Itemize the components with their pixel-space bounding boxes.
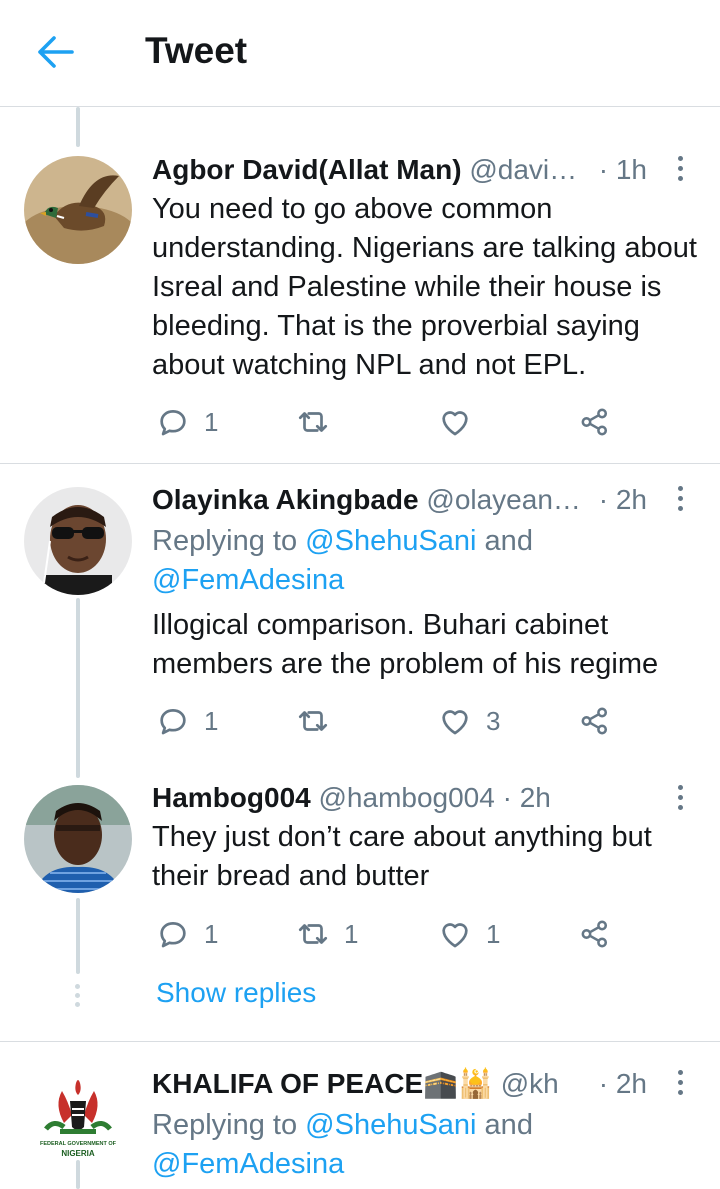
tweet-meta: Hambog004 @hambog004 · 2h	[152, 778, 664, 818]
replying-to: Replying to @ShehuSani and @FemAdesina	[152, 522, 672, 600]
timestamp: · 2h	[598, 1068, 647, 1099]
reply-button[interactable]: 1	[156, 701, 218, 741]
like-count: 1	[486, 918, 501, 949]
share-button[interactable]	[578, 914, 612, 954]
show-replies-link[interactable]: Show replies	[156, 977, 316, 1009]
reply-count: 1	[204, 705, 219, 736]
retweet-icon	[298, 924, 328, 944]
like-button[interactable]: 3	[438, 701, 500, 741]
replying-to: Replying to @ShehuSani and @FemAdesina	[152, 1106, 672, 1184]
tweet-meta: Agbor David(Allat Man) @davi…	[152, 150, 664, 190]
tweet[interactable]: Hambog004 @hambog004 · 2h They just don’…	[0, 764, 720, 1004]
tweet-actions: 1 1 1	[152, 914, 622, 954]
retweet-icon	[298, 711, 328, 731]
share-icon	[581, 920, 608, 948]
mention-link[interactable]: @ShehuSani	[305, 1109, 476, 1141]
tweet[interactable]: FEDERAL GOVERNMENT OF NIGERIA KHALIFA OF…	[0, 1042, 720, 1189]
tweet[interactable]: Olayinka Akingbade @olayean… · 2h Replyi…	[0, 464, 720, 764]
avatar[interactable]	[24, 487, 132, 595]
thread-line	[76, 1160, 80, 1189]
share-button[interactable]	[578, 402, 612, 442]
retweet-icon	[298, 412, 328, 432]
author-name[interactable]: Agbor David(Allat Man)	[152, 154, 462, 185]
mention-link[interactable]: @FemAdesina	[152, 1148, 344, 1180]
more-options-icon[interactable]	[676, 1070, 684, 1098]
retweet-button[interactable]	[296, 402, 344, 442]
reply-button[interactable]: 1	[156, 402, 218, 442]
retweet-button[interactable]	[296, 701, 344, 741]
reply-button[interactable]: 1	[156, 914, 218, 954]
heart-icon	[442, 411, 468, 436]
tweet-text: Illogical comparison. Buhari cabinet mem…	[152, 609, 659, 680]
share-icon	[581, 707, 608, 735]
heart-icon	[442, 710, 468, 735]
tweet-actions: 1 3	[152, 701, 622, 741]
timestamp: · 1h	[598, 154, 647, 185]
author-name[interactable]: Hambog004	[152, 782, 311, 813]
avatar[interactable]: FEDERAL GOVERNMENT OF NIGERIA	[24, 1065, 132, 1173]
replying-to-and: and	[476, 1109, 533, 1141]
thread-line	[76, 598, 80, 778]
author-name[interactable]: KHALIFA OF PEACE🕋🕌	[152, 1068, 493, 1099]
heart-icon	[442, 923, 468, 948]
tweet[interactable]: Agbor David(Allat Man) @davi… · 1h You n…	[0, 0, 720, 463]
more-options-icon[interactable]	[676, 486, 684, 514]
avatar[interactable]	[24, 156, 132, 264]
like-button[interactable]: 1	[438, 914, 500, 954]
avatar-caption-top: FEDERAL GOVERNMENT OF	[40, 1141, 117, 1147]
reply-icon	[160, 410, 186, 436]
tweet-text: They just don’t care about anything but …	[152, 821, 652, 892]
author-handle[interactable]: @olayean…	[426, 484, 581, 515]
replying-to-and: and	[476, 525, 533, 557]
author-name[interactable]: Olayinka Akingbade	[152, 484, 419, 515]
avatar-caption-bottom: NIGERIA	[61, 1149, 95, 1158]
tweet-text: You need to go above common understandin…	[152, 193, 697, 381]
author-handle[interactable]: @hambog004 · 2h	[319, 782, 551, 813]
tweet-actions: 1	[152, 402, 622, 442]
share-icon	[581, 408, 608, 436]
like-count: 3	[486, 705, 501, 736]
reply-count: 1	[204, 918, 219, 949]
share-button[interactable]	[578, 701, 612, 741]
like-button[interactable]	[438, 402, 486, 442]
more-options-icon[interactable]	[676, 156, 684, 184]
avatar[interactable]	[24, 785, 132, 893]
reply-count: 1	[204, 406, 219, 437]
timestamp: · 2h	[598, 484, 647, 515]
reply-icon	[160, 709, 186, 735]
mention-link[interactable]: @FemAdesina	[152, 564, 344, 596]
replying-to-label: Replying to	[152, 525, 306, 557]
author-handle[interactable]: @kha…	[501, 1068, 560, 1099]
replying-to-label: Replying to	[152, 1109, 306, 1141]
tweet-meta: Olayinka Akingbade @olayean…	[152, 480, 664, 520]
mention-link[interactable]: @ShehuSani	[305, 525, 476, 557]
more-options-icon[interactable]	[676, 785, 684, 813]
reply-icon	[160, 922, 186, 948]
tweet-meta: KHALIFA OF PEACE🕋🕌 @kha…	[152, 1064, 560, 1104]
retweet-count: 1	[344, 918, 359, 949]
retweet-button[interactable]: 1	[296, 914, 358, 954]
author-handle[interactable]: @davi…	[469, 154, 577, 185]
